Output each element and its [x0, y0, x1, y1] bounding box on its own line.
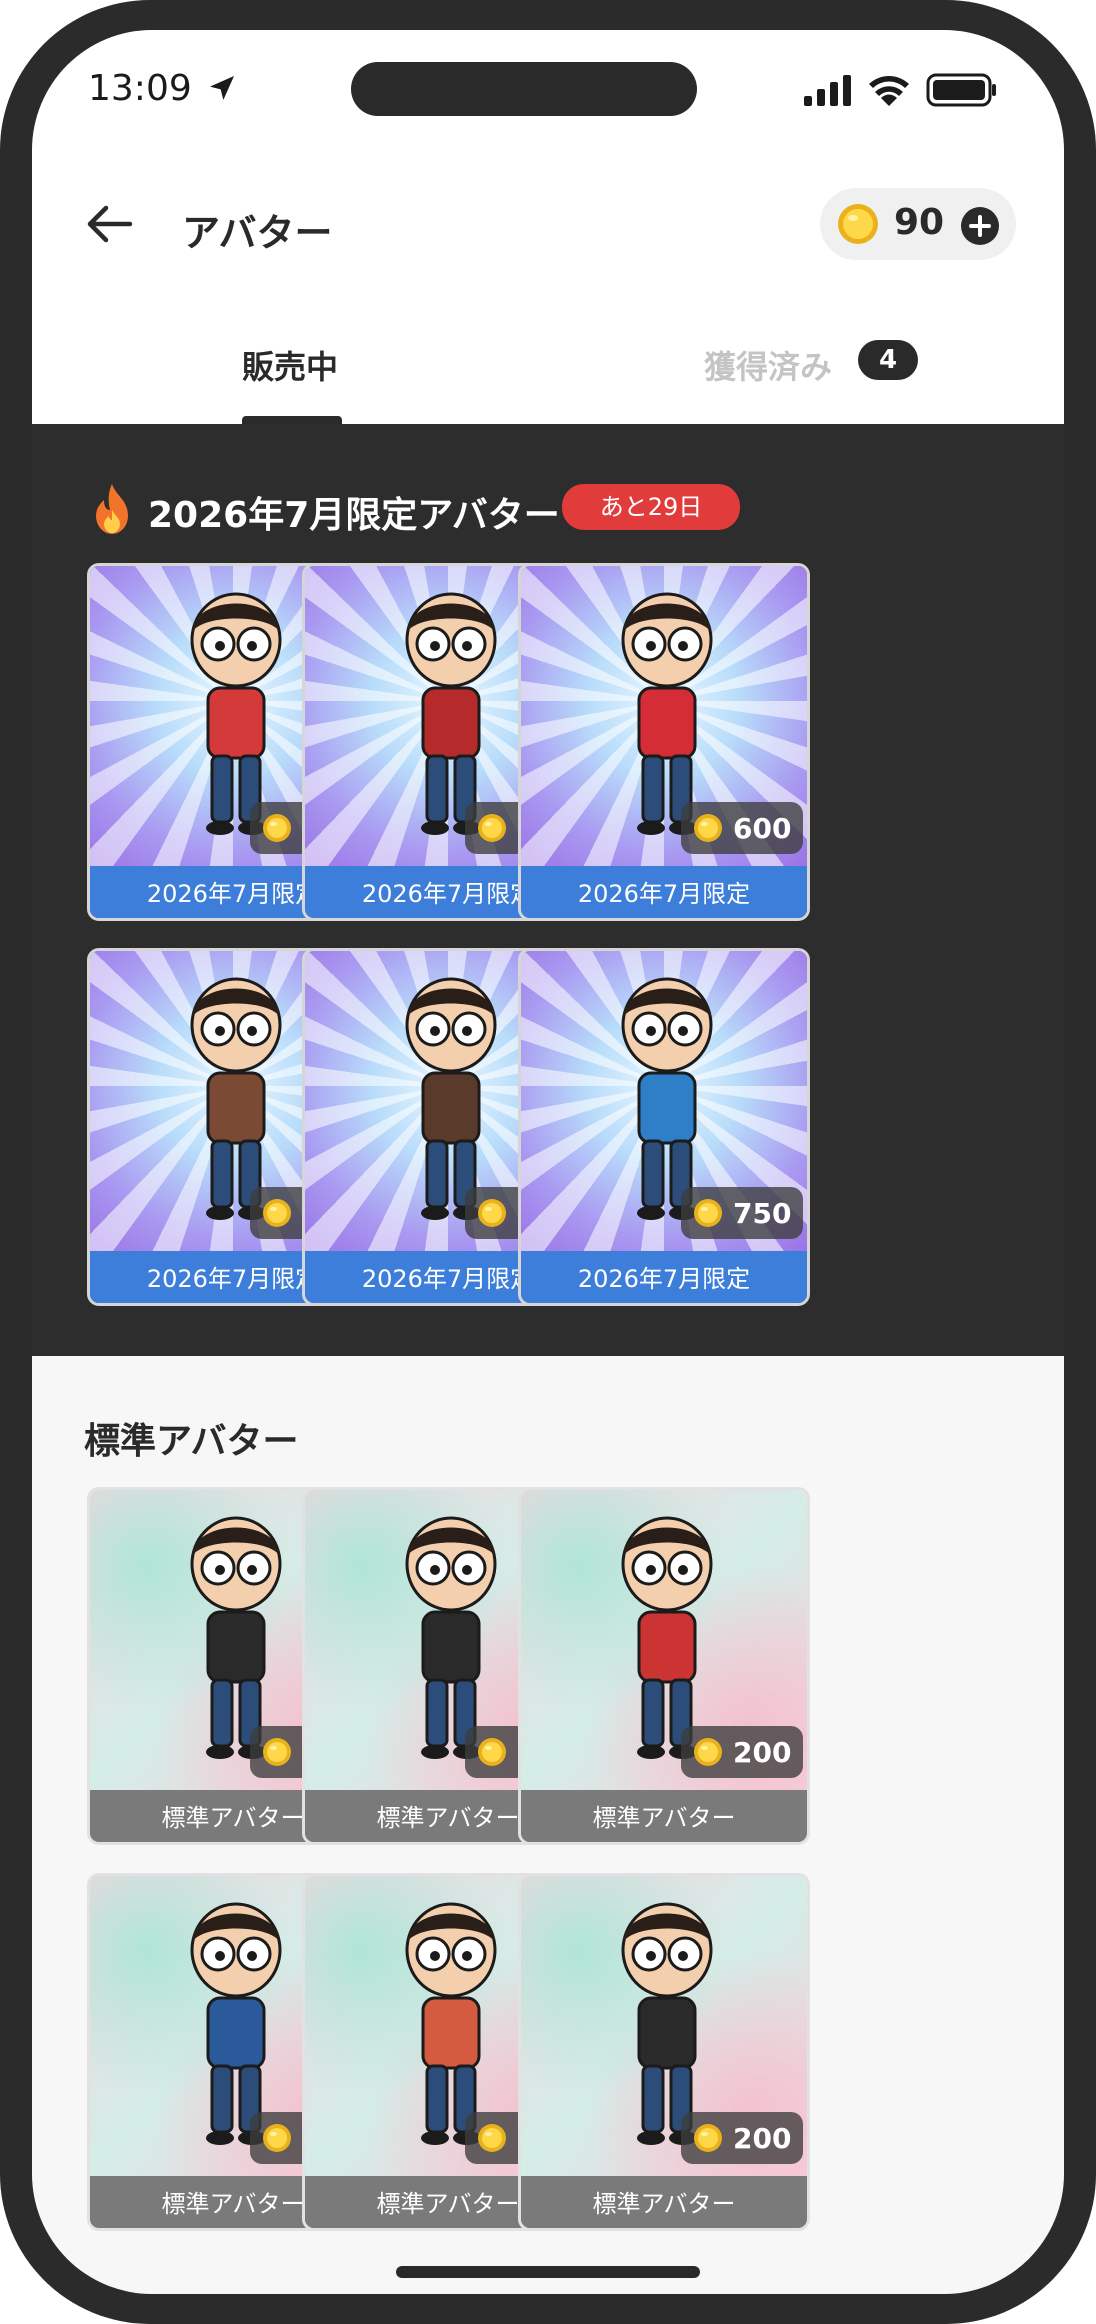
price-value: 200 — [733, 2122, 792, 2155]
avatar-card-label: 2026年7月限定 — [521, 1251, 807, 1303]
coin-icon — [478, 1199, 506, 1227]
avatar-card-label: 標準アバター — [521, 1790, 807, 1842]
coin-icon — [838, 204, 878, 244]
screen: 13:09 アバター 90 販売中 獲得済み 4 2026年7月限定アバター あ… — [32, 30, 1064, 2294]
coin-icon — [263, 814, 291, 842]
coin-icon — [478, 2124, 506, 2152]
avatar-card-label: 標準アバター — [521, 2176, 807, 2228]
price-tag: 200 — [681, 2112, 803, 2164]
coin-icon — [694, 2124, 722, 2152]
coin-icon — [694, 814, 722, 842]
signal-icon — [804, 75, 851, 106]
status-time: 13:09 — [88, 68, 192, 109]
location-arrow-icon — [210, 76, 234, 100]
coin-icon — [694, 1738, 722, 1766]
battery-icon — [926, 73, 996, 107]
coin-icon — [263, 1199, 291, 1227]
price-tag: 600 — [681, 802, 803, 854]
coin-icon — [694, 1199, 722, 1227]
add-coins-icon[interactable] — [960, 206, 1000, 246]
tab-on-sale[interactable]: 販売中 — [242, 342, 338, 388]
wifi-icon — [869, 76, 909, 106]
avatar-card[interactable]: 200 標準アバター — [518, 1487, 810, 1845]
tab-owned[interactable]: 獲得済み — [704, 342, 832, 388]
avatar-card[interactable]: 600 2026年7月限定 — [518, 563, 810, 921]
fire-icon — [96, 484, 128, 534]
price-tag: 200 — [681, 1726, 803, 1778]
page-title: アバター — [182, 211, 333, 255]
coin-icon — [478, 1738, 506, 1766]
coin-balance: 90 — [894, 202, 945, 243]
owned-count-badge: 4 — [858, 340, 918, 380]
price-value: 750 — [733, 1197, 792, 1230]
avatar-card[interactable]: 750 2026年7月限定 — [518, 948, 810, 1306]
coin-icon — [263, 1738, 291, 1766]
standard-section-title: 標準アバター — [84, 1421, 299, 1462]
limited-section-title: 2026年7月限定アバター — [148, 495, 560, 536]
coin-icon — [478, 814, 506, 842]
coin-icon — [263, 2124, 291, 2152]
active-tab-indicator — [242, 416, 342, 424]
price-tag: 750 — [681, 1187, 803, 1239]
days-remaining-badge: あと29日 — [562, 484, 740, 530]
back-arrow-icon[interactable] — [84, 202, 134, 246]
header-area: 13:09 アバター 90 販売中 獲得済み 4 — [32, 30, 1064, 424]
price-value: 600 — [733, 812, 792, 845]
avatar-card-label: 2026年7月限定 — [521, 866, 807, 918]
dynamic-island — [351, 62, 697, 116]
coin-balance-pill[interactable]: 90 — [820, 188, 1016, 260]
home-indicator — [396, 2266, 700, 2278]
avatar-card[interactable]: 200 標準アバター — [518, 1873, 810, 2231]
price-value: 200 — [733, 1736, 792, 1769]
